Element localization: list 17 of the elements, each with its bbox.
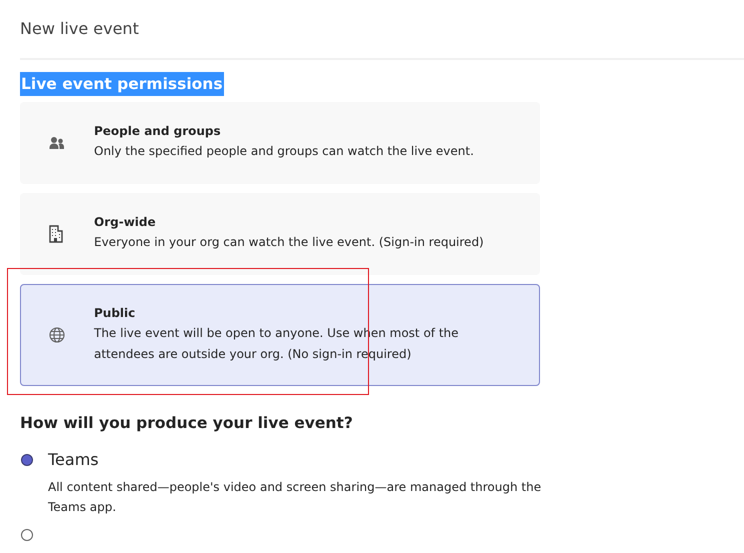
section-heading: Live event permissions: [20, 72, 224, 96]
option-title: People and groups: [94, 124, 222, 138]
option-description: Everyone in your org can watch the live event. (Sign-in required): [94, 234, 485, 251]
option-title: Org-wide: [94, 215, 157, 229]
people-icon: [49, 136, 65, 150]
globe-icon: [49, 327, 65, 343]
window-title: New live event: [20, 0, 744, 60]
option-description: Only the specified people and groups can watch the live event.: [94, 143, 475, 160]
option-title: Public: [94, 306, 136, 320]
option-description: All content shared—people's video and screen sharing—are managed through the Teams app.: [48, 479, 542, 516]
radio-label: Teams: [48, 450, 100, 469]
building-icon: [49, 225, 63, 243]
permission-option[interactable]: People and groups Only the specified people and groups can watch the live event.: [20, 102, 540, 184]
radio-button[interactable]: [21, 454, 33, 466]
radio-button[interactable]: [21, 529, 33, 541]
section-heading: How will you produce your live event?: [20, 414, 354, 432]
permission-option[interactable]: Org-wide Everyone in your org can watch the live event. (Sign-in required): [20, 193, 540, 275]
